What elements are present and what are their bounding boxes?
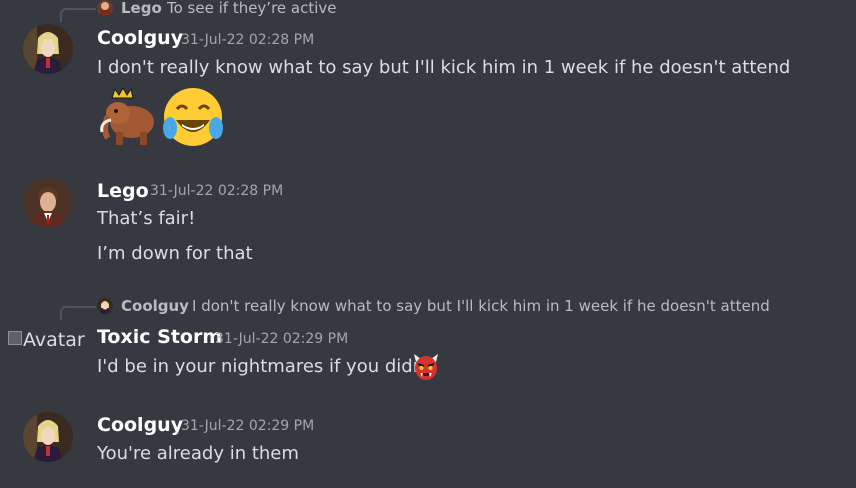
- username[interactable]: Toxic Storm: [97, 326, 222, 348]
- reply-preview-text[interactable]: To see if they’re active: [167, 0, 337, 17]
- reply-connector: [60, 8, 96, 22]
- message-text: I'd be in your nightmares if you didn't: [97, 356, 437, 377]
- broken-image-icon: [8, 331, 22, 345]
- avatar[interactable]: [23, 24, 73, 74]
- username[interactable]: Coolguy: [97, 27, 183, 49]
- joy-emoji[interactable]: [162, 86, 224, 152]
- username[interactable]: Lego: [97, 180, 149, 202]
- avatar[interactable]: [23, 412, 73, 462]
- timestamp: 31-Jul-22 02:28 PM: [181, 32, 315, 48]
- avatar[interactable]: Avatar: [8, 329, 85, 351]
- avatar-alt-text: Avatar: [23, 329, 85, 351]
- lego-avatar-icon[interactable]: [97, 0, 113, 16]
- crowned-mammoth-emoji[interactable]: [96, 86, 158, 152]
- message-text: I don't really know what to say but I'll…: [97, 57, 791, 78]
- message-text: That’s fair!: [97, 208, 196, 229]
- reply-author[interactable]: Coolguy: [121, 297, 189, 315]
- japanese-ogre-emoji[interactable]: [412, 353, 440, 385]
- message-text: You're already in them: [97, 443, 299, 464]
- timestamp: 31-Jul-22 02:29 PM: [215, 331, 349, 347]
- reply-author[interactable]: Lego: [121, 0, 162, 17]
- timestamp: 31-Jul-22 02:28 PM: [150, 183, 284, 199]
- timestamp: 31-Jul-22 02:29 PM: [181, 418, 315, 434]
- username[interactable]: Coolguy: [97, 414, 183, 436]
- coolguy-avatar-icon[interactable]: [97, 298, 113, 314]
- message-text: I’m down for that: [97, 243, 253, 264]
- avatar[interactable]: [23, 178, 73, 228]
- reply-connector: [60, 306, 96, 320]
- reply-preview-text[interactable]: I don't really know what to say but I'll…: [192, 297, 770, 315]
